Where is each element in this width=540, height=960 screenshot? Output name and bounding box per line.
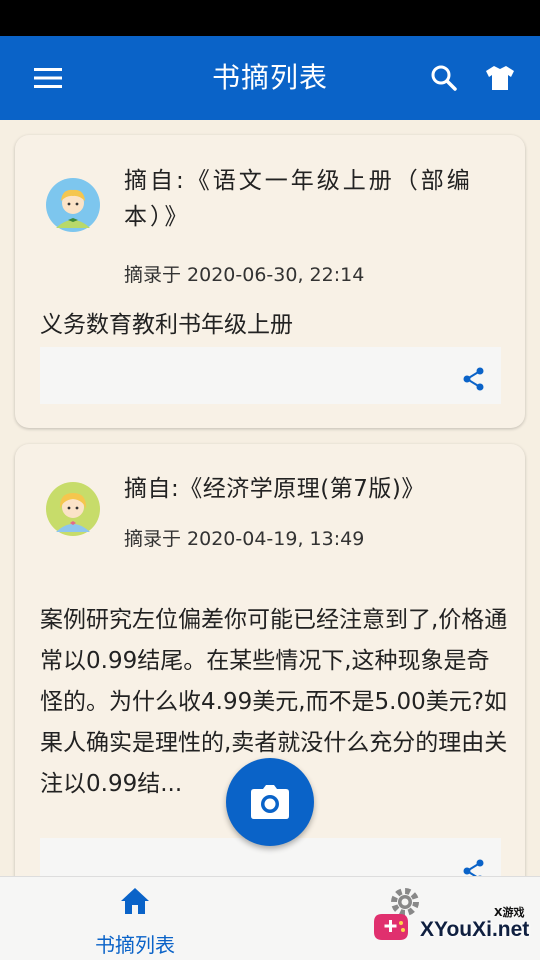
nav-label-excerpt-list: 书摘列表 [95,933,175,957]
theme-button[interactable] [480,58,520,98]
excerpt-action-bar [40,347,501,404]
search-button[interactable] [424,58,464,98]
watermark-text: XYouXi.net [420,918,530,941]
excerpt-text: 义务数育教利书年级上册 [40,312,293,338]
share-icon[interactable] [461,366,487,392]
gamepad-logo-icon [374,914,408,940]
excerpt-source: 摘自:《经济学原理(第7版)》 [124,476,425,502]
excerpt-card[interactable]: 摘自:《语文一年级上册（部编本）》 摘录于 2020-06-30, 22:14 … [15,135,525,428]
app-bar: 书摘列表 [0,36,540,120]
home-icon [121,888,149,914]
girl-avatar-icon [46,482,100,536]
excerpt-date: 摘录于 2020-04-19, 13:49 [124,528,365,550]
search-icon [431,65,457,91]
status-bar [0,0,540,36]
camera-button[interactable] [226,758,314,846]
excerpt-date: 摘录于 2020-06-30, 22:14 [124,264,365,286]
boy-avatar-icon [46,178,100,232]
excerpt-source: 摘自:《语文一年级上册（部编本）》 [124,168,473,230]
nav-item-excerpt-list[interactable]: 书摘列表 [60,877,210,960]
watermark: X游戏 XYouXi.net [370,898,540,956]
tshirt-icon [486,66,514,90]
camera-icon [251,785,289,819]
